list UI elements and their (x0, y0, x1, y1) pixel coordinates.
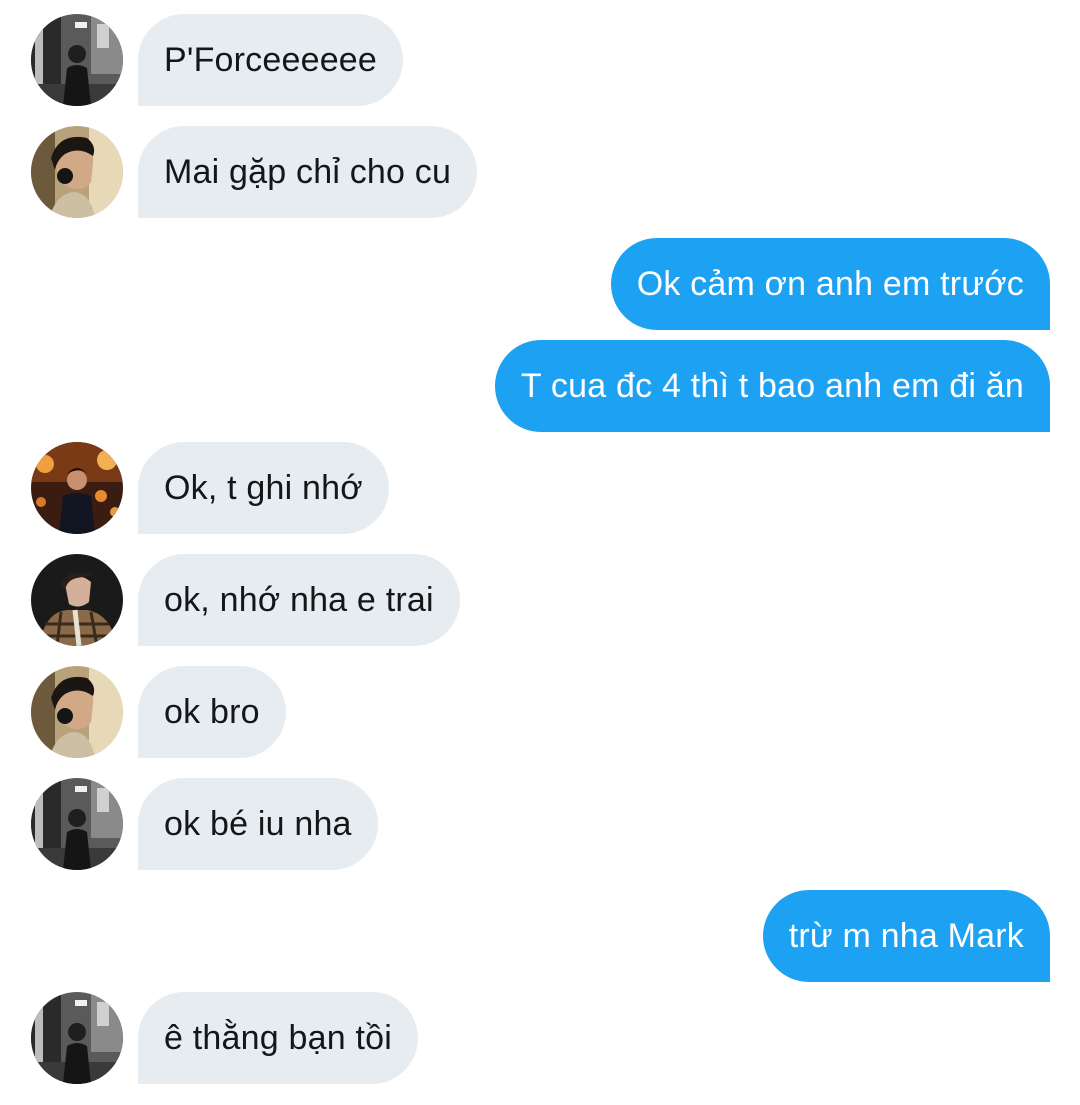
message-row-incoming: Ok, t ghi nhớ (0, 442, 1080, 534)
plaid-jacket-avatar[interactable] (31, 554, 123, 646)
message-bubble[interactable]: trừ m nha Mark (762, 890, 1050, 982)
night-lights-avatar[interactable] (31, 442, 123, 534)
message-row-outgoing: Ok cảm ơn anh em trước (0, 238, 1080, 330)
message-bubble[interactable]: Ok cảm ơn anh em trước (610, 238, 1050, 330)
message-bubble[interactable]: Mai gặp chỉ cho cu (138, 126, 478, 218)
message-bubble[interactable]: ok bé iu nha (138, 778, 378, 870)
message-bubble[interactable]: Ok, t ghi nhớ (138, 442, 389, 534)
message-row-outgoing: T cua đc 4 thì t bao anh em đi ăn (0, 340, 1080, 432)
avatar-image (31, 554, 123, 646)
message-row-incoming: ê thằng bạn tồi (0, 992, 1080, 1084)
headphones-avatar[interactable] (31, 666, 123, 758)
avatar-image (31, 666, 123, 758)
message-row-incoming: Mai gặp chỉ cho cu (0, 126, 1080, 218)
headphones-avatar[interactable] (31, 126, 123, 218)
message-row-incoming: ok bé iu nha (0, 778, 1080, 870)
bw-street-avatar[interactable] (31, 778, 123, 870)
message-row-incoming: ok bro (0, 666, 1080, 758)
avatar-image (31, 778, 123, 870)
avatar-image (31, 442, 123, 534)
avatar-image (31, 126, 123, 218)
message-bubble[interactable]: ê thằng bạn tồi (138, 992, 418, 1084)
avatar-image (31, 14, 123, 106)
avatar-image (31, 992, 123, 1084)
message-row-outgoing: trừ m nha Mark (0, 890, 1080, 982)
message-row-incoming: ok, nhớ nha e trai (0, 554, 1080, 646)
message-bubble[interactable]: ok bro (138, 666, 286, 758)
message-row-incoming: P'Forceeeeee (0, 14, 1080, 106)
bw-street-avatar[interactable] (31, 992, 123, 1084)
bw-street-avatar[interactable] (31, 14, 123, 106)
message-bubble[interactable]: ok, nhớ nha e trai (138, 554, 460, 646)
message-bubble[interactable]: T cua đc 4 thì t bao anh em đi ăn (494, 340, 1050, 432)
message-bubble[interactable]: P'Forceeeeee (138, 14, 404, 106)
